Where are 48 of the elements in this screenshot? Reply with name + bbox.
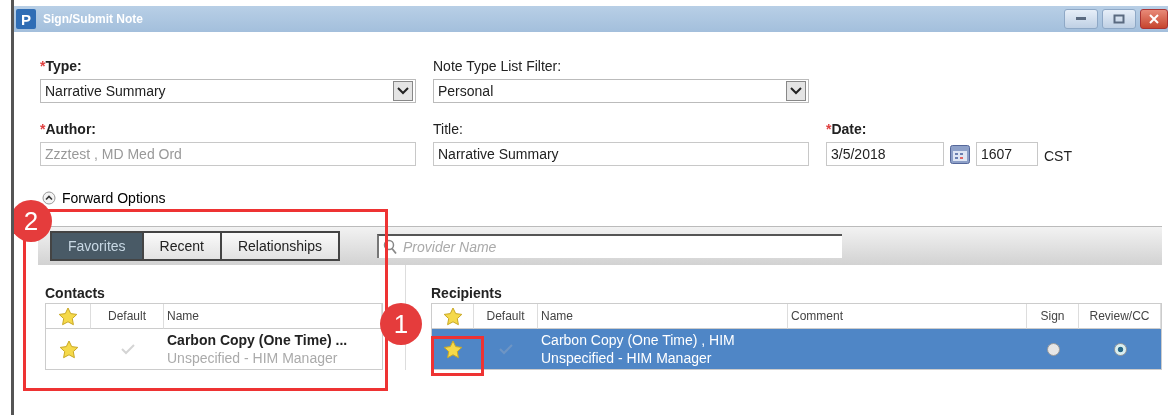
caret-icon <box>393 81 413 101</box>
calendar-icon[interactable] <box>950 144 970 164</box>
time-field[interactable]: 1607 <box>976 142 1038 166</box>
callout-badge: 2 <box>14 200 52 242</box>
star-icon[interactable] <box>443 339 463 359</box>
column-header: Default <box>91 304 164 329</box>
field-label: Note Type List Filter: <box>433 58 563 74</box>
callout-badge: 1 <box>380 303 422 345</box>
star-icon[interactable] <box>58 339 79 359</box>
annotation-frame <box>431 336 484 376</box>
recipient-detail: Unspecified - HIM Manager <box>541 349 712 367</box>
star-icon <box>58 306 78 326</box>
contact-detail: Unspecified - HIM Manager <box>167 349 338 367</box>
timezone-label: CST <box>1044 148 1072 164</box>
review-radio[interactable] <box>1113 342 1127 356</box>
close-button[interactable] <box>1140 9 1168 29</box>
field-label: Title: <box>433 121 464 137</box>
caret-icon <box>786 81 806 101</box>
field-label: *Author: <box>40 121 97 137</box>
app-logo: P <box>16 9 36 29</box>
sign-radio[interactable] <box>1046 342 1060 356</box>
section-heading: Contacts <box>45 285 106 301</box>
title-field[interactable]: Narrative Summary <box>433 142 809 166</box>
star-icon <box>442 306 463 326</box>
search-icon <box>383 239 397 255</box>
checkmark-icon[interactable] <box>498 343 514 355</box>
minimize-button[interactable] <box>1064 9 1098 29</box>
column-header: Name <box>164 304 382 329</box>
restore-button[interactable] <box>1102 9 1136 29</box>
contact-row[interactable]: Carbon Copy (One Time) ... Unspecified - HIM Manager <box>164 329 382 369</box>
chevron-icon <box>42 191 56 205</box>
window-title: Sign/Submit Note <box>43 12 143 26</box>
recipient-row[interactable]: Carbon Copy (One Time) , HIM Unspecified - HIM Manager <box>538 329 788 369</box>
date-field[interactable]: 3/5/2018 <box>826 142 944 166</box>
checkmark-icon[interactable] <box>119 343 136 355</box>
field-label: *Date: <box>826 121 868 137</box>
close-icon <box>1148 14 1160 24</box>
tab[interactable]: Relationships <box>219 231 340 261</box>
type-dropdown[interactable]: Narrative Summary <box>40 79 416 103</box>
field-label: *Type: <box>40 58 83 74</box>
tab[interactable]: Recent <box>141 231 222 261</box>
section-heading: Recipients <box>431 285 503 301</box>
restore-icon <box>1113 14 1125 24</box>
contact-name: Carbon Copy (One Time) ... <box>167 331 348 349</box>
filter-dropdown[interactable]: Personal <box>433 79 809 103</box>
minimize-icon <box>1075 16 1087 22</box>
tab[interactable]: Favorites <box>50 231 144 261</box>
recipient-name: Carbon Copy (One Time) , HIM <box>541 331 735 349</box>
